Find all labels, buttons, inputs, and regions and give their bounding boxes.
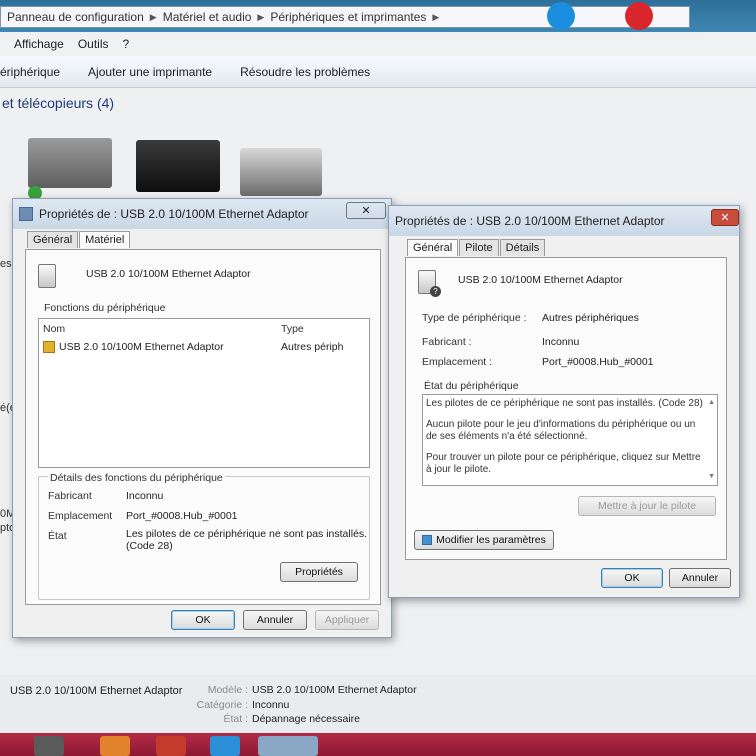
breadcrumb-separator-icon: ▶ <box>432 11 440 22</box>
taskbar-app-icon[interactable] <box>34 736 64 756</box>
state-value: Dépannage nécessaire <box>252 713 360 725</box>
functions-label: Fonctions du périphérique <box>44 302 166 314</box>
status-line-1: Les pilotes de ce périphérique ne sont p… <box>426 398 703 409</box>
functions-list[interactable]: Nom Type USB 2.0 10/100M Ethernet Adapto… <box>38 318 370 468</box>
properties-button[interactable]: Propriétés <box>280 562 358 582</box>
device-name: USB 2.0 10/100M Ethernet Adaptor <box>86 268 251 280</box>
cmd-device[interactable]: ériphérique <box>0 65 88 79</box>
printers-section-title: et télécopieurs (4) <box>2 95 115 111</box>
dialog-title-bar[interactable]: Propriétés de : USB 2.0 10/100M Ethernet… <box>13 199 391 229</box>
state-value-code: (Code 28) <box>126 540 173 552</box>
address-bar[interactable]: Panneau de configuration ▶ Matériel et a… <box>0 6 690 28</box>
cancel-button[interactable]: Annuler <box>243 610 307 630</box>
ok-button[interactable]: OK <box>601 568 663 588</box>
category-label: Catégorie : <box>196 699 248 711</box>
tab-driver[interactable]: Pilote <box>459 239 499 256</box>
state-label: État : <box>223 713 248 725</box>
breadcrumb-separator-icon: ▶ <box>257 11 265 22</box>
function-row-type[interactable]: Autres périph <box>281 341 343 353</box>
manufacturer-value: Inconnu <box>542 336 580 348</box>
menu-bar: Affichage Outils ? <box>0 32 756 56</box>
change-settings-button[interactable]: Modifier les paramètres <box>414 530 554 550</box>
update-driver-button[interactable]: Mettre à jour le pilote <box>578 496 716 516</box>
location-value: Port_#0008.Hub_#0001 <box>126 510 238 522</box>
scroll-up-icon[interactable]: ▲ <box>708 397 715 409</box>
properties-dialog-general: Propriétés de : USB 2.0 10/100M Ethernet… <box>388 205 740 598</box>
dialog-title: Propriétés de : USB 2.0 10/100M Ethernet… <box>395 214 665 228</box>
scroll-down-icon[interactable]: ▼ <box>708 471 715 483</box>
tab-panel: ? USB 2.0 10/100M Ethernet Adaptor Type … <box>405 257 727 560</box>
status-line-2: Aucun pilote pour le jeu d'informations … <box>426 419 696 442</box>
question-mark-icon: ? <box>430 286 441 297</box>
close-button[interactable]: ✕ <box>346 202 386 219</box>
tab-strip: Général Matériel <box>27 231 131 248</box>
column-header-type[interactable]: Type <box>281 323 304 335</box>
menu-tools[interactable]: Outils <box>71 37 116 51</box>
usb-device-icon <box>38 264 56 288</box>
apply-button[interactable]: Appliquer <box>315 610 379 630</box>
ok-button[interactable]: OK <box>171 610 235 630</box>
device-type-label: Type de périphérique : <box>422 312 527 324</box>
printer-icon[interactable] <box>240 148 322 196</box>
dialog-title-bar[interactable]: Propriétés de : USB 2.0 10/100M Ethernet… <box>389 206 739 236</box>
status-line-3: Pour trouver un pilote pour ce périphéri… <box>426 452 701 475</box>
side-fragment: es <box>0 258 12 270</box>
printer-icon[interactable] <box>136 140 220 192</box>
category-value: Inconnu <box>252 699 290 711</box>
cmd-add-printer[interactable]: Ajouter une imprimante <box>88 65 240 79</box>
taskbar <box>0 733 756 756</box>
manufacturer-label: Fabricant <box>48 490 92 502</box>
menu-help[interactable]: ? <box>116 37 137 51</box>
location-value: Port_#0008.Hub_#0001 <box>542 356 654 368</box>
breadcrumb-control-panel[interactable]: Panneau de configuration <box>1 10 150 24</box>
tab-hardware[interactable]: Matériel <box>79 231 131 248</box>
browser-icon[interactable] <box>547 2 575 30</box>
tab-general[interactable]: Général <box>27 231 79 248</box>
device-name: USB 2.0 10/100M Ethernet Adaptor <box>458 274 623 286</box>
tab-strip: Général Pilote Détails <box>407 239 546 256</box>
location-label: Emplacement : <box>422 356 493 368</box>
menu-view[interactable]: Affichage <box>0 37 71 51</box>
tab-details[interactable]: Détails <box>499 239 546 256</box>
taskbar-app-icon[interactable] <box>100 736 130 756</box>
breadcrumb-separator-icon: ▶ <box>149 11 157 22</box>
details-title: Détails des fonctions du périphérique <box>48 472 225 484</box>
properties-dialog-hardware: Propriétés de : USB 2.0 10/100M Ethernet… <box>12 198 392 638</box>
tab-panel: USB 2.0 10/100M Ethernet Adaptor Fonctio… <box>25 249 381 605</box>
app-icon[interactable] <box>625 2 653 30</box>
taskbar-app-icon[interactable] <box>210 736 240 756</box>
command-bar: ériphérique Ajouter une imprimante Résou… <box>0 56 756 88</box>
details-pane: USB 2.0 10/100M Ethernet Adaptor Modèle … <box>0 675 756 730</box>
function-row-name[interactable]: USB 2.0 10/100M Ethernet Adaptor <box>59 341 224 353</box>
column-header-name[interactable]: Nom <box>43 323 65 335</box>
model-label: Modèle : <box>207 684 248 696</box>
location-label: Emplacement <box>48 510 113 522</box>
state-label: État <box>48 530 67 542</box>
model-value: USB 2.0 10/100M Ethernet Adaptor <box>252 684 417 696</box>
device-type-value: Autres périphériques <box>542 312 639 324</box>
device-status-label: État du périphérique <box>424 380 519 392</box>
device-status-textbox[interactable]: Les pilotes de ce périphérique ne sont p… <box>422 394 718 486</box>
shield-icon <box>422 535 433 545</box>
printer-icon[interactable] <box>28 138 112 188</box>
cmd-troubleshoot[interactable]: Résoudre les problèmes <box>240 65 384 79</box>
device-icon <box>19 207 33 221</box>
change-settings-label: Modifier les paramètres <box>436 534 546 546</box>
cancel-button[interactable]: Annuler <box>669 568 731 588</box>
state-value: Les pilotes de ce périphérique ne sont p… <box>126 528 368 540</box>
warning-icon <box>43 341 55 353</box>
dialog-title: Propriétés de : USB 2.0 10/100M Ethernet… <box>39 207 309 221</box>
close-button[interactable]: ✕ <box>711 209 739 226</box>
taskbar-app-icon[interactable] <box>156 736 186 756</box>
manufacturer-value: Inconnu <box>126 490 164 502</box>
taskbar-explorer-icon[interactable] <box>258 736 318 756</box>
tab-general[interactable]: Général <box>407 239 459 256</box>
breadcrumb-devices-printers[interactable]: Périphériques et imprimantes <box>264 10 432 24</box>
manufacturer-label: Fabricant : <box>422 336 472 348</box>
selected-device-name: USB 2.0 10/100M Ethernet Adaptor <box>10 685 183 697</box>
breadcrumb-hardware[interactable]: Matériel et audio <box>157 10 258 24</box>
